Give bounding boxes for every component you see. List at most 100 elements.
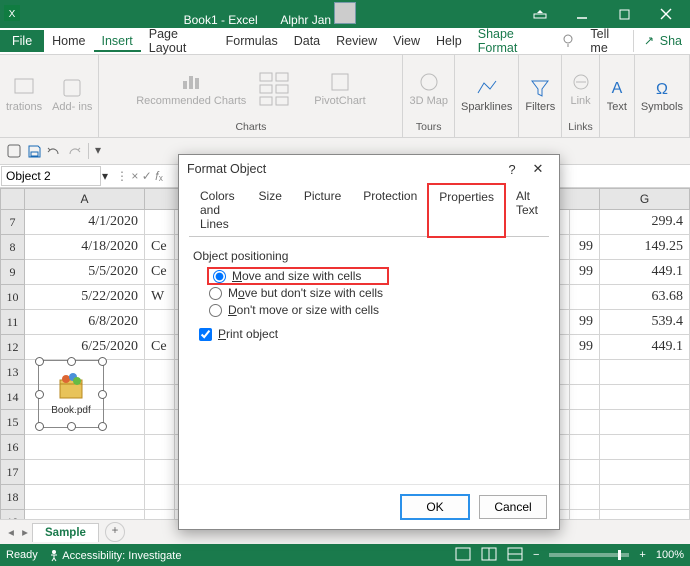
section-object-positioning: Object positioning [193, 249, 545, 263]
user-avatar[interactable] [334, 2, 356, 24]
ribbon-group-links: Link Links [562, 55, 600, 137]
dialog-tabs: Colors and Lines Size Picture Protection… [189, 183, 549, 237]
ribbon-sparklines[interactable]: Sparklines [461, 77, 512, 113]
ribbon-text[interactable]: AText [606, 77, 628, 113]
qat-more-icon[interactable]: ▾ [95, 143, 111, 159]
tell-me[interactable]: Tell me [582, 23, 632, 59]
pdf-file-icon [56, 372, 86, 402]
row-header[interactable]: 7 [1, 210, 25, 235]
row-header[interactable]: 11 [1, 310, 25, 335]
close-button[interactable] [646, 0, 686, 28]
ribbon-filters[interactable]: Filters [525, 77, 555, 113]
row-header[interactable]: 13 [1, 360, 25, 385]
tab-insert[interactable]: Insert [94, 30, 141, 52]
resize-handle[interactable] [98, 422, 107, 431]
zoom-out-icon[interactable]: − [533, 549, 539, 561]
ribbon-group-illustrations: trations Add- ins [0, 55, 99, 137]
row-header[interactable]: 17 [1, 460, 25, 485]
row-header[interactable]: 8 [1, 235, 25, 260]
ribbon-chart-types[interactable] [256, 69, 304, 109]
zoom-slider[interactable] [549, 553, 629, 557]
col-A[interactable]: A [25, 189, 145, 210]
app-icon: X [4, 5, 20, 24]
dialog-help-button[interactable]: ? [499, 162, 525, 177]
ribbon-tabs: File Home Insert Page Layout Formulas Da… [0, 28, 690, 55]
ribbon-pivot-chart[interactable]: PivotChart [314, 71, 365, 107]
cancel-button[interactable]: Cancel [479, 495, 547, 519]
tab-nav-prev-icon[interactable]: ◂ [4, 525, 18, 539]
save-icon[interactable] [26, 143, 42, 159]
dialog-title: Format Object [187, 162, 266, 176]
view-normal-icon[interactable] [455, 547, 471, 564]
checkbox-print-object[interactable] [199, 328, 212, 341]
dlg-tab-colors[interactable]: Colors and Lines [189, 183, 248, 236]
svg-text:A: A [611, 80, 622, 97]
tab-shape-format[interactable]: Shape Format [470, 23, 555, 59]
row-header[interactable]: 18 [1, 485, 25, 510]
format-object-dialog: Format Object ? ✕ Colors and Lines Size … [178, 154, 560, 530]
dialog-close-button[interactable]: ✕ [525, 161, 551, 177]
ribbon-symbols[interactable]: ΩSymbols [641, 77, 683, 113]
redo-icon[interactable] [66, 143, 82, 159]
opt-dont-move[interactable]: Don't move or size with cells [209, 303, 545, 317]
col-G[interactable]: G [600, 189, 690, 210]
radio-dont-move[interactable] [209, 304, 222, 317]
tab-view[interactable]: View [385, 30, 428, 52]
row-header[interactable]: 14 [1, 385, 25, 410]
add-sheet-button[interactable]: + [105, 522, 125, 542]
sheet-tab-active[interactable]: Sample [32, 523, 99, 542]
view-pagebreak-icon[interactable] [507, 547, 523, 564]
tab-file[interactable]: File [0, 30, 44, 52]
view-layout-icon[interactable] [481, 547, 497, 564]
zoom-in-icon[interactable]: + [639, 549, 645, 561]
tab-data[interactable]: Data [286, 30, 328, 52]
fx-icon[interactable]: ⋮ × ✓ 𝑓ₓ [108, 169, 171, 184]
embedded-object[interactable]: Book.pdf [38, 360, 104, 428]
accessibility-status[interactable]: Accessibility: Investigate [48, 549, 182, 562]
dlg-tab-protection[interactable]: Protection [352, 183, 428, 236]
ribbon-group-charts: Recommended Charts PivotChart Charts [99, 55, 403, 137]
opt-move-no-size[interactable]: Move but don't size with cells [209, 286, 545, 300]
radio-move-and-size[interactable] [213, 270, 226, 283]
zoom-level[interactable]: 100% [656, 549, 684, 561]
name-box-input[interactable] [2, 167, 100, 185]
share-button[interactable]: Sha [633, 30, 690, 52]
row-header[interactable]: 9 [1, 260, 25, 285]
ribbon-illustrations[interactable]: trations [6, 77, 42, 113]
statusbar: Ready Accessibility: Investigate − + 100… [0, 544, 690, 566]
dlg-tab-picture[interactable]: Picture [293, 183, 352, 236]
resize-handle[interactable] [98, 357, 107, 366]
tab-review[interactable]: Review [328, 30, 385, 52]
tab-formulas[interactable]: Formulas [218, 30, 286, 52]
tab-page-layout[interactable]: Page Layout [141, 23, 218, 59]
resize-handle[interactable] [67, 422, 76, 431]
dlg-tab-size[interactable]: Size [248, 183, 293, 236]
row-header[interactable]: 10 [1, 285, 25, 310]
row-header[interactable]: 12 [1, 335, 25, 360]
opt-print-object[interactable]: Print object [199, 327, 545, 341]
ok-button[interactable]: OK [401, 495, 469, 519]
opt-move-and-size[interactable]: MMove and size with cellsove and size wi… [209, 269, 387, 283]
row-header[interactable]: 16 [1, 435, 25, 460]
ribbon-recommended-charts[interactable]: Recommended Charts [136, 71, 246, 107]
tab-nav-next-icon[interactable]: ▸ [18, 525, 32, 539]
autosave-icon[interactable] [6, 143, 22, 159]
ribbon-group-symbols: ΩSymbols [635, 55, 690, 137]
undo-icon[interactable] [46, 143, 62, 159]
radio-move-no-size[interactable] [209, 287, 222, 300]
ribbon-addins[interactable]: Add- ins [52, 77, 92, 113]
ribbon-3d-map[interactable]: 3D Map [409, 71, 448, 107]
dlg-tab-alt-text[interactable]: Alt Text [505, 183, 549, 236]
tab-home[interactable]: Home [44, 30, 93, 52]
resize-handle[interactable] [35, 357, 44, 366]
resize-handle[interactable] [35, 422, 44, 431]
resize-handle[interactable] [35, 390, 44, 399]
resize-handle[interactable] [98, 390, 107, 399]
tab-help[interactable]: Help [428, 30, 470, 52]
row-header[interactable]: 15 [1, 410, 25, 435]
dlg-tab-properties[interactable]: Properties [428, 184, 505, 237]
row-header[interactable]: 19 [1, 510, 25, 520]
resize-handle[interactable] [67, 357, 76, 366]
window-title-user: Alphr Jan [280, 13, 331, 27]
ribbon-link[interactable]: Link [570, 71, 592, 107]
